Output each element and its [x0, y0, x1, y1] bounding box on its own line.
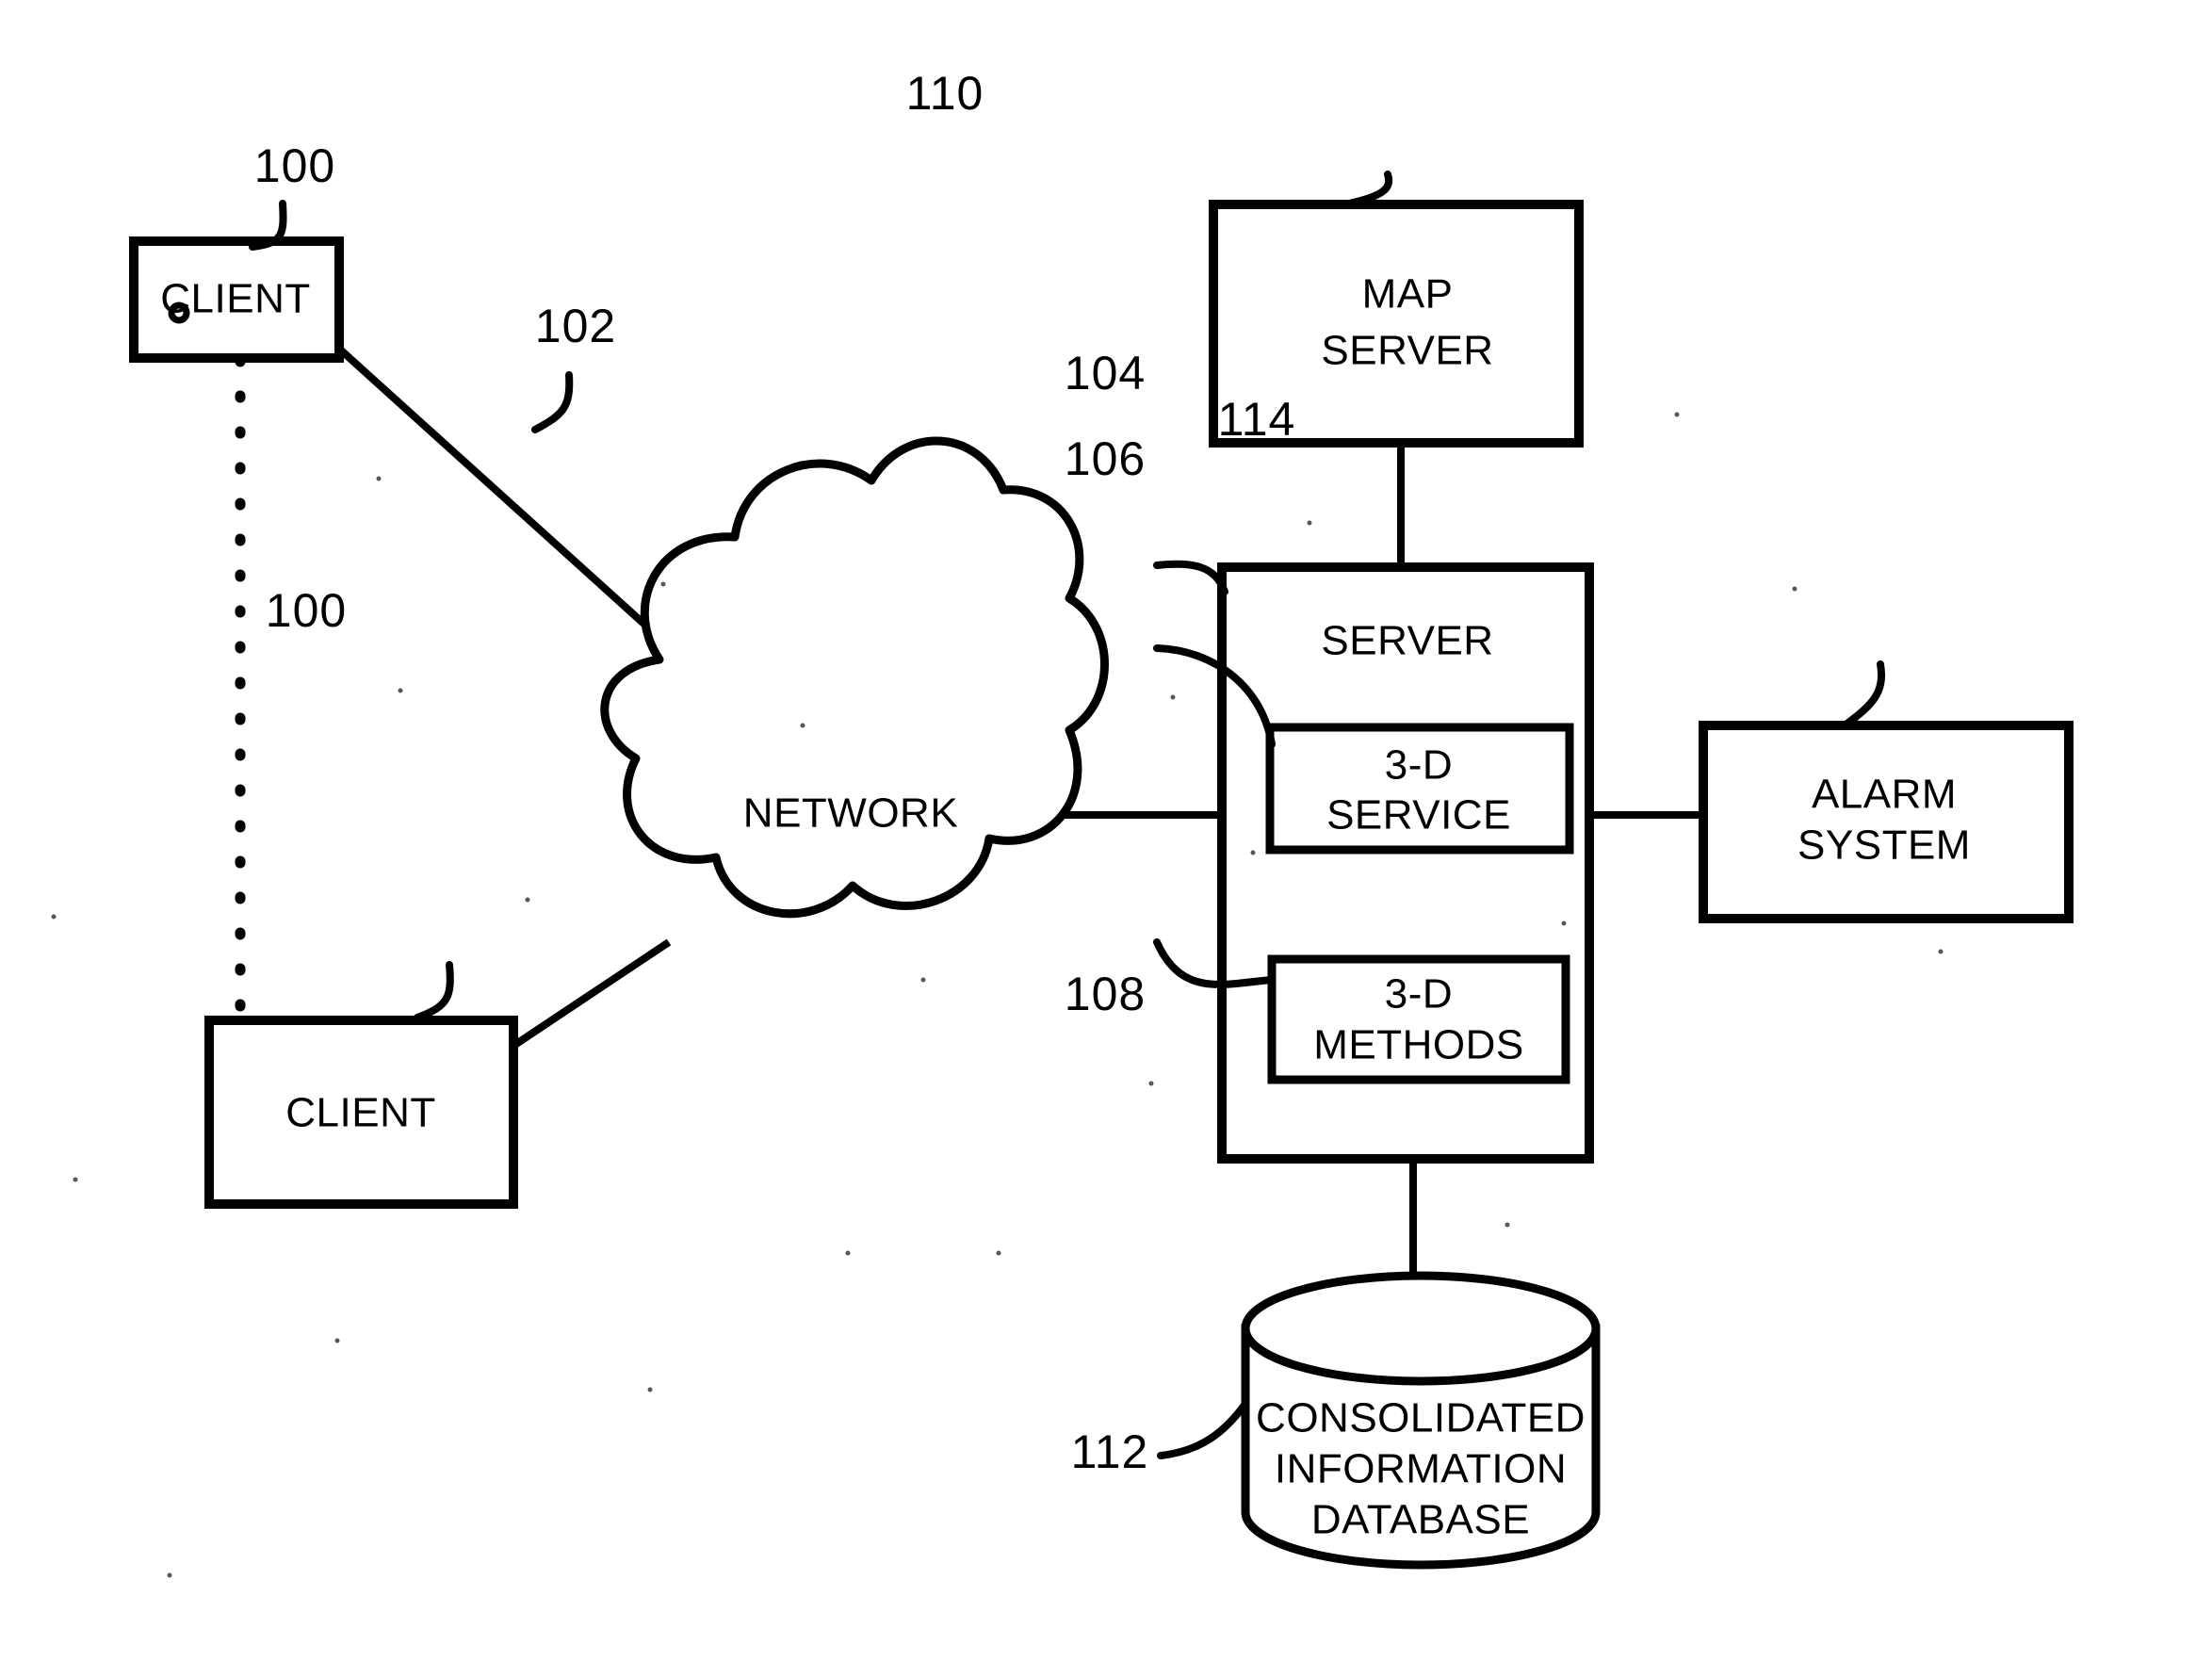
- ref-numeral-104: 104: [1065, 347, 1146, 399]
- three-d-service-label-2: SERVICE: [1326, 792, 1511, 839]
- patent-figure: CLIENT CLIENT NETWORK MAP MAP SERVER SER…: [0, 0, 2212, 1661]
- client-bottom-label: CLIENT: [285, 1090, 435, 1136]
- ref-numeral-100-top: 100: [254, 139, 335, 192]
- diagram-canvas: CLIENT CLIENT NETWORK MAP MAP SERVER SER…: [51, 67, 2074, 1578]
- leader-104: [1153, 560, 1228, 595]
- server-label: SERVER: [1321, 618, 1493, 664]
- ref-numeral-102: 102: [535, 300, 616, 352]
- database-label-1: CONSOLIDATED: [1256, 1395, 1586, 1441]
- three-d-methods-label-2: METHODS: [1313, 1022, 1524, 1068]
- network-label: NETWORK: [743, 790, 958, 837]
- database-label-3: DATABASE: [1311, 1497, 1530, 1543]
- connector-client-bottom-to-network: [511, 938, 672, 1050]
- database-label-2: INFORMATION: [1275, 1446, 1567, 1492]
- ref-numeral-108: 108: [1065, 968, 1146, 1020]
- ref-numeral-114: 114: [1218, 393, 1296, 446]
- ref-numeral-110: 110: [906, 67, 984, 120]
- network-cloud-shape: [600, 436, 1109, 919]
- connector-client-top-to-network: [336, 346, 681, 658]
- leader-110: [1345, 171, 1393, 207]
- ref-numeral-100-bottom: 100: [266, 584, 347, 637]
- alarm-system-label-1: ALARM: [1812, 772, 1957, 818]
- leader-100-bottom: [414, 961, 454, 1021]
- leader-112: [1157, 1400, 1249, 1459]
- leader-102: [531, 371, 574, 433]
- map-server-label-1: MAP: [1362, 271, 1454, 318]
- three-d-service-label-1: 3-D: [1385, 742, 1453, 789]
- alarm-system-label-2: SYSTEM: [1797, 822, 1971, 869]
- ref-numeral-112: 112: [1071, 1425, 1149, 1478]
- leader-114: [1841, 660, 1885, 729]
- three-d-methods-label-1: 3-D: [1385, 971, 1453, 1018]
- client-top-label: CLIENT: [160, 276, 310, 322]
- map-server-label-2: SERVER: [1321, 328, 1493, 374]
- ref-numeral-106: 106: [1065, 432, 1146, 485]
